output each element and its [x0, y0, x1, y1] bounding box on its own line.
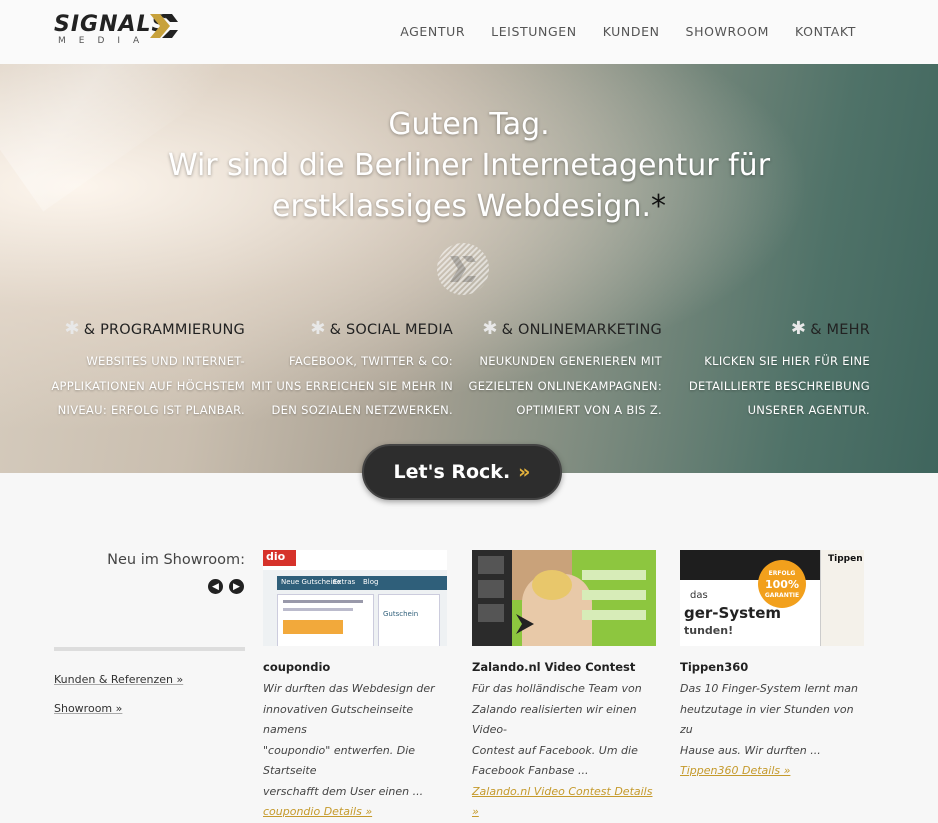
showroom-link[interactable]: Showroom » — [54, 702, 122, 715]
tippen-sub: tunden! — [684, 624, 734, 637]
main-nav: AGENTUR LEISTUNGEN KUNDEN SHOWROOM KONTA… — [400, 24, 856, 39]
badge-text: ERFOLG — [768, 569, 796, 577]
feature-line: GEZIELTEN ONLINEKAMPAGNEN: — [468, 378, 662, 393]
showroom-card-zalando: Zalando.nl Video Contest Für das holländ… — [472, 550, 656, 823]
feature-text: WEBSITES UND INTERNET- APPLIKATIONEN AUF… — [40, 349, 245, 423]
feature-line: DEN SOZIALEN NETZWERKEN. — [271, 403, 453, 417]
card-line: Für das holländische Team von — [472, 682, 642, 695]
badge-text: GARANTIE — [764, 591, 800, 599]
showroom-card-tippen360: Tippen ERFOLG 100% GARANTIE das ger-Syst… — [680, 550, 864, 782]
hero-line-2: Wir sind die Berliner Internetagentur fü… — [167, 148, 771, 183]
feature-title: ✱ & SOCIAL MEDIA — [250, 318, 453, 339]
hero-line-3-text: erstklassiges Webdesign. — [272, 189, 651, 224]
feature-line: FACEBOOK, TWITTER & CO: — [289, 354, 453, 368]
card-description: Für das holländische Team von Zalando re… — [472, 679, 656, 823]
hero-banner: Guten Tag. Wir sind die Berliner Interne… — [0, 64, 938, 473]
card-line: Contest auf Facebook. Um die — [472, 743, 638, 757]
cta-label: Let's Rock. — [393, 461, 511, 483]
hero-headline: Guten Tag. Wir sind die Berliner Interne… — [0, 104, 938, 227]
feature-line: OPTIMIERT VON A BIS Z. — [516, 403, 662, 417]
feature-title: ✱ & PROGRAMMIERUNG — [40, 318, 245, 339]
nav-kunden[interactable]: KUNDEN — [603, 24, 660, 39]
asterisk-icon: ✱ — [310, 318, 326, 339]
hero-line-3: erstklassiges Webdesign.* — [0, 186, 938, 227]
coupondio-details-link[interactable]: coupondio Details » — [263, 802, 447, 823]
nav-kontakt[interactable]: KONTAKT — [795, 24, 856, 39]
carousel-next-icon[interactable]: ▶ — [229, 579, 244, 594]
feature-text: KLICKEN SIE HIER FÜR EINE DETAILLIERTE B… — [680, 349, 870, 423]
feature-mehr[interactable]: ✱ & MEHR KLICKEN SIE HIER FÜR EINE DETAIL… — [680, 318, 870, 423]
feature-title-text: & ONLINEMARKETING — [501, 322, 662, 338]
tippen360-thumbnail[interactable]: Tippen ERFOLG 100% GARANTIE das ger-Syst… — [680, 550, 864, 646]
feature-onlinemarketing[interactable]: ✱ & ONLINEMARKETING NEUKUNDEN GENERIEREN … — [468, 318, 662, 423]
thumb-promo: Gutschein — [383, 610, 419, 618]
thumb-tab-2: Extras — [333, 578, 356, 586]
card-line: Das 10 Finger-System lernt man — [680, 682, 858, 695]
nav-leistungen[interactable]: LEISTUNGEN — [491, 24, 577, 39]
card-title: Zalando.nl Video Contest — [472, 660, 636, 674]
feature-line: DETAILLIERTE BESCHREIBUNG — [688, 378, 870, 393]
card-line: Facebook Fanbase ... — [472, 764, 589, 777]
hero-line-1: Guten Tag. — [388, 107, 550, 142]
zalando-thumbnail[interactable] — [472, 550, 656, 646]
feature-line: APPLIKATIONEN AUF HÖCHSTEM — [51, 378, 245, 393]
thumb-tab-3: Blog — [363, 578, 379, 586]
feature-text: NEUKUNDEN GENERIEREN MIT GEZIELTEN ONLIN… — [468, 349, 662, 423]
card-line: verschafft dem User einen ... — [263, 784, 424, 798]
asterisk-icon: ✱ — [482, 318, 498, 339]
feature-line: KLICKEN SIE HIER FÜR EINE — [704, 354, 870, 368]
feature-programmierung[interactable]: ✱ & PROGRAMMIERUNG WEBSITES UND INTERNET-… — [40, 318, 245, 423]
feature-title-text: & PROGRAMMIERUNG — [83, 322, 245, 338]
feature-line: WEBSITES UND INTERNET- — [86, 354, 245, 368]
badge-text: 100% — [765, 577, 799, 591]
logo-x-icon — [150, 14, 178, 38]
tippen-das: das — [690, 590, 708, 601]
nav-showroom[interactable]: SHOWROOM — [686, 24, 769, 39]
feature-line: MIT UNS ERREICHEN SIE MEHR IN — [251, 378, 453, 393]
sidebar-divider — [54, 647, 245, 651]
tippen-heading: ger-System — [684, 604, 782, 622]
tippen-brand: Tippen — [828, 554, 863, 564]
card-title: coupondio — [263, 660, 331, 674]
coupondio-logo: dio — [263, 550, 296, 566]
feature-line: UNSERER AGENTUR. — [747, 403, 870, 417]
tippen360-details-link[interactable]: Tippen360 Details » — [680, 761, 864, 782]
double-chevron-right-icon: » — [518, 461, 531, 483]
card-line: heutzutage in vier Stunden von zu — [680, 702, 854, 737]
asterisk-icon: ✱ — [64, 318, 80, 339]
feature-social-media[interactable]: ✱ & SOCIAL MEDIA FACEBOOK, TWITTER & CO: … — [250, 318, 453, 423]
card-description: Wir durften das Webdesign der innovative… — [263, 679, 447, 823]
card-line: "coupondio" entwerfen. Die Startseite — [263, 743, 416, 778]
card-line: Wir durften das Webdesign der — [263, 682, 435, 695]
signals-media-logo[interactable]: SIGNALS MEDIA — [54, 10, 184, 50]
card-title: Tippen360 — [680, 660, 749, 674]
hero-asterisk: * — [651, 189, 666, 224]
card-line: Zalando realisierten wir einen Video- — [472, 702, 637, 737]
feature-title-text: & MEHR — [810, 322, 870, 338]
logo-subtitle: MEDIA — [58, 36, 153, 46]
nav-agentur[interactable]: AGENTUR — [400, 24, 465, 39]
asterisk-icon: ✱ — [790, 318, 807, 339]
zalando-details-link[interactable]: Zalando.nl Video Contest Details » — [472, 782, 656, 823]
feature-line: NEUKUNDEN GENERIEREN MIT — [479, 354, 662, 368]
showroom-heading: Neu im Showroom: — [107, 552, 245, 568]
card-line: Hause aus. Wir durften ... — [680, 743, 821, 757]
feature-title: ✱ & ONLINEMARKETING — [468, 318, 662, 339]
feature-title-text: & SOCIAL MEDIA — [329, 322, 453, 338]
erfolg-badge: ERFOLG 100% GARANTIE — [758, 560, 806, 608]
x-emblem-icon — [437, 243, 489, 295]
feature-line: NIVEAU: ERFOLG IST PLANBAR. — [57, 403, 245, 417]
feature-title: ✱ & MEHR — [680, 318, 870, 339]
feature-text: FACEBOOK, TWITTER & CO: MIT UNS ERREICHE… — [250, 349, 453, 423]
coupondio-thumbnail[interactable]: dio Neue Gutscheine Extras Blog Gutschei… — [263, 550, 447, 646]
zalando-arrow-icon — [516, 614, 534, 634]
carousel-arrows: ◀ ▶ — [208, 579, 244, 594]
card-line: innovativen Gutscheinseite namens — [263, 702, 414, 737]
kunden-referenzen-link[interactable]: Kunden & Referenzen » — [54, 673, 183, 686]
lets-rock-button[interactable]: Let's Rock. » — [362, 444, 562, 500]
card-description: Das 10 Finger-System lernt man heutzutag… — [680, 679, 864, 782]
showroom-card-coupondio: dio Neue Gutscheine Extras Blog Gutschei… — [263, 550, 447, 823]
carousel-prev-icon[interactable]: ◀ — [208, 579, 223, 594]
site-header: SIGNALS MEDIA AGENTUR LEISTUNGEN KUNDEN … — [0, 0, 938, 64]
